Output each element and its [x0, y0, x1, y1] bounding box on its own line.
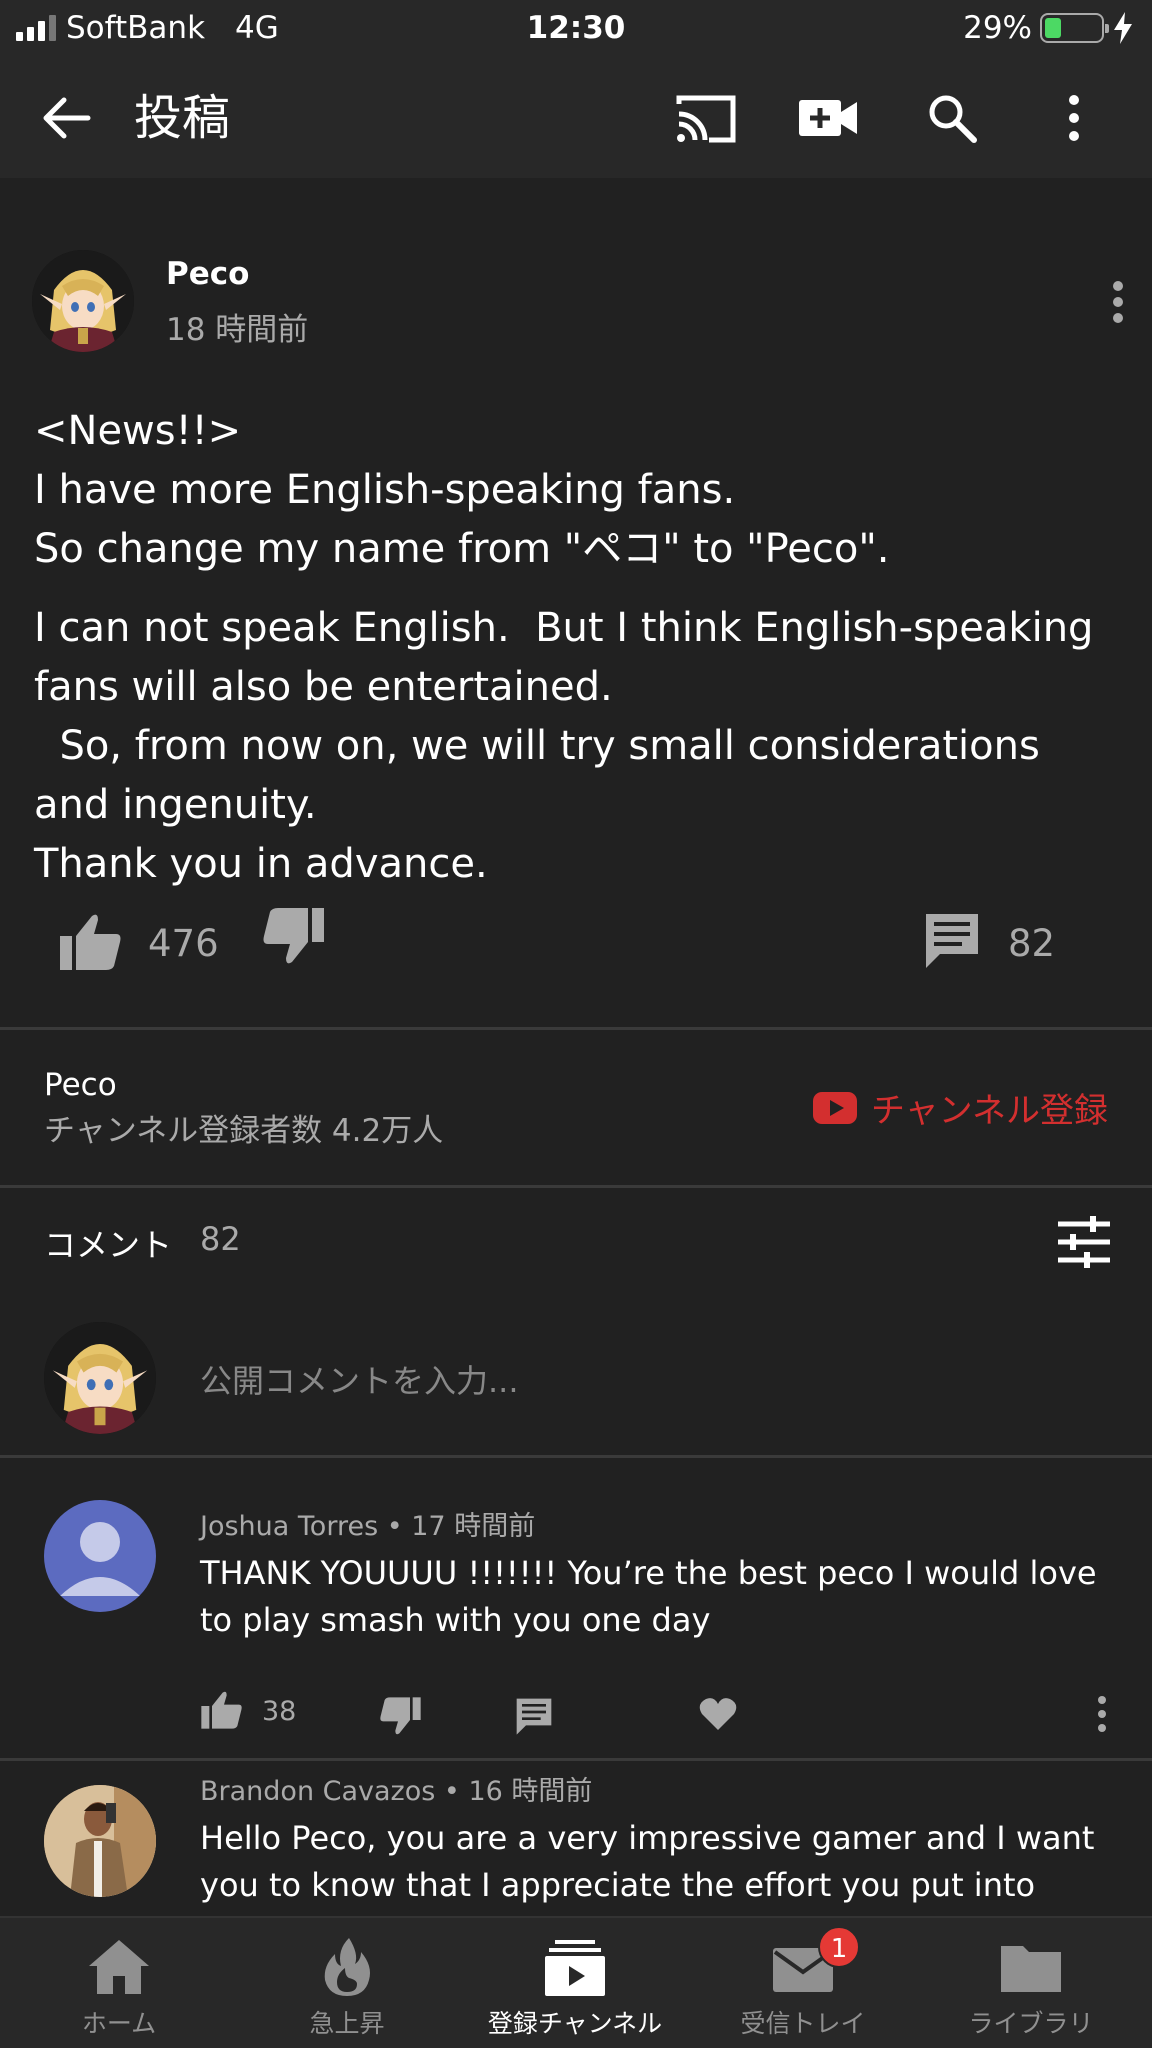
post-actions: 476 82	[0, 902, 1152, 982]
back-arrow-icon[interactable]	[34, 86, 98, 150]
trending-icon	[315, 1936, 379, 1998]
comment-actions: 38	[0, 1686, 1152, 1746]
comment-icon[interactable]	[922, 910, 982, 974]
battery-icon	[1040, 13, 1109, 43]
meta-separator: •	[386, 1511, 412, 1542]
comment-text: THANK YOUUUU !!!!!!! You’re the best pec…	[200, 1554, 1097, 1639]
nav-subscriptions[interactable]: 登録チャンネル	[460, 1918, 690, 2048]
comment-input[interactable]: 公開コメントを入力...	[200, 1356, 519, 1402]
library-icon	[999, 1936, 1063, 1998]
comment-like-icon[interactable]	[200, 1690, 244, 1734]
comment-meta: Joshua Torres • 17 時間前	[200, 1504, 535, 1543]
comment-text: Hello Peco, you are a very impressive ga…	[200, 1819, 1095, 1916]
post-more-icon[interactable]	[1098, 274, 1138, 334]
sort-comments-icon[interactable]	[1056, 1216, 1112, 1268]
post-text-paragraph-2: I can not speak English. But I think Eng…	[34, 605, 1094, 887]
home-icon	[87, 1936, 151, 1998]
comment-item: Brandon Cavazos • 16 時間前 Hello Peco, you…	[0, 1761, 1152, 1916]
post-body: <News!!> I have more English-speaking fa…	[34, 402, 1124, 894]
charging-bolt-icon	[1114, 12, 1132, 44]
subscriptions-icon	[543, 1936, 607, 1998]
comment-meta: Brandon Cavazos • 16 時間前	[200, 1769, 592, 1808]
comment-like-count: 38	[262, 1696, 297, 1727]
post-author-name[interactable]: Peco	[166, 256, 249, 292]
battery-percent: 29%	[963, 10, 1032, 46]
youtube-logo-icon	[813, 1091, 858, 1124]
like-icon[interactable]	[58, 912, 124, 976]
comment-time: 16 時間前	[468, 1776, 593, 1807]
nav-home[interactable]: ホーム	[4, 1918, 234, 2048]
user-avatar	[44, 1322, 156, 1434]
more-vert-icon[interactable]	[1042, 86, 1106, 150]
subscriber-count: チャンネル登録者数 4.2万人	[44, 1113, 444, 1149]
nav-label: 登録チャンネル	[487, 2009, 663, 2038]
cast-icon[interactable]	[674, 86, 738, 150]
commenter-avatar[interactable]	[44, 1785, 156, 1897]
author-avatar[interactable]	[32, 250, 134, 352]
comment-dislike-icon[interactable]	[378, 1696, 422, 1740]
channel-row: Peco チャンネル登録者数 4.2万人 チャンネル登録	[0, 1031, 1152, 1185]
meta-separator: •	[443, 1776, 469, 1807]
nav-inbox[interactable]: 1 受信トレイ	[688, 1918, 918, 2048]
comment-composer: 公開コメントを入力...	[0, 1300, 1152, 1455]
comment-item: Joshua Torres • 17 時間前 THANK YOUUUU !!!!…	[0, 1458, 1152, 1758]
video-camera-add-icon[interactable]	[796, 86, 860, 150]
commenter-name[interactable]: Joshua Torres	[200, 1511, 378, 1542]
bottom-navigation: ホーム 急上昇 登録チャンネル 1 受信トレイ ライブラリ	[0, 1916, 1152, 2048]
comments-header: コメント 82	[0, 1188, 1152, 1298]
comment-more-icon[interactable]	[1090, 1692, 1114, 1740]
heart-icon	[698, 1696, 738, 1736]
nav-label: 受信トレイ	[740, 2009, 866, 2038]
nav-label: 急上昇	[309, 2009, 385, 2038]
comment-time: 17 時間前	[411, 1511, 536, 1542]
subscribe-label: チャンネル登録	[871, 1091, 1108, 1131]
post-timestamp: 18 時間前	[166, 312, 309, 348]
nav-trending[interactable]: 急上昇	[232, 1918, 462, 2048]
page-title: 投稿	[134, 90, 231, 146]
commenter-name[interactable]: Brandon Cavazos	[200, 1776, 435, 1807]
commenter-avatar[interactable]	[44, 1500, 156, 1612]
battery-level	[1045, 18, 1061, 38]
post-card: Peco 18 時間前 <News!!> I have more English…	[0, 178, 1152, 1028]
app-bar: 投稿	[0, 58, 1152, 178]
search-icon[interactable]	[920, 86, 984, 150]
subscribe-button[interactable]: チャンネル登録	[813, 1083, 1108, 1132]
comment-reply-icon[interactable]	[514, 1696, 554, 1740]
comments-count: 82	[200, 1220, 241, 1258]
nav-label: ホーム	[81, 2009, 157, 2038]
post-text-paragraph-1: <News!!> I have more English-speaking fa…	[34, 408, 890, 572]
like-count: 476	[148, 922, 219, 965]
nav-library[interactable]: ライブラリ	[916, 1918, 1146, 2048]
notification-badge: 1	[818, 1926, 860, 1968]
dislike-icon[interactable]	[260, 906, 326, 970]
channel-name[interactable]: Peco	[44, 1067, 117, 1103]
comment-count: 82	[1008, 922, 1056, 965]
status-bar: SoftBank 4G 12:30 29%	[0, 0, 1152, 58]
comments-label: コメント	[44, 1226, 173, 1264]
divider	[0, 1027, 1152, 1030]
nav-label: ライブラリ	[968, 2009, 1094, 2038]
